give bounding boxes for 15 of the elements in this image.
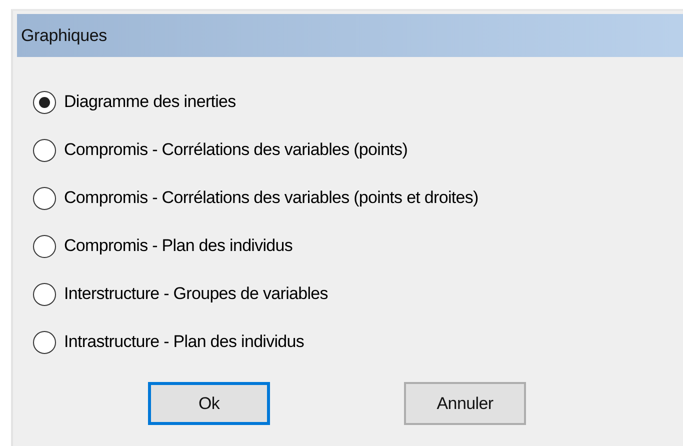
radio-option[interactable]: Compromis - Plan des individus — [33, 222, 683, 270]
radio-icon[interactable] — [33, 138, 56, 162]
radio-option[interactable]: Compromis - Corrélations des variables (points) — [33, 126, 683, 174]
radio-option[interactable]: Interstructure - Groupes de variables — [33, 270, 683, 318]
window-title: Graphiques — [17, 14, 683, 57]
radio-icon[interactable] — [33, 90, 56, 114]
radio-option[interactable]: Diagramme des inerties — [33, 78, 683, 126]
radio-icon[interactable] — [33, 186, 56, 210]
radio-icon[interactable] — [33, 234, 56, 258]
radio-option[interactable]: Intrastructure - Plan des individus — [33, 318, 683, 366]
radio-option[interactable]: Compromis - Corrélations des variables (points et droites) — [33, 174, 683, 222]
radio-icon[interactable] — [33, 330, 56, 354]
radio-icon[interactable] — [33, 282, 56, 306]
ok-button[interactable]: Ok — [148, 382, 270, 425]
cancel-button[interactable]: Annuler — [404, 382, 526, 425]
